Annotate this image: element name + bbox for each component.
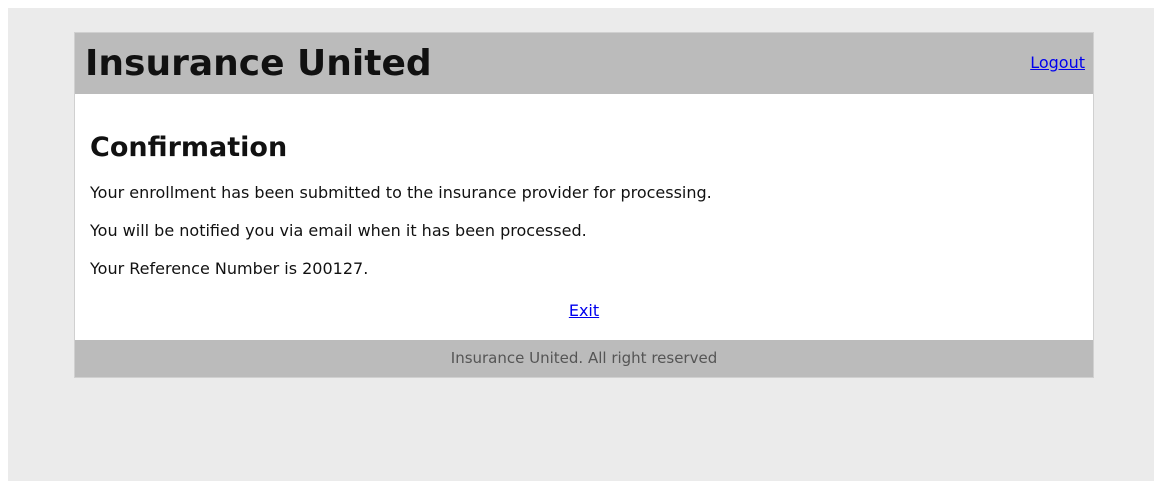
- logout-link[interactable]: Logout: [1030, 53, 1085, 73]
- footer-bar: Insurance United. All right reserved: [75, 340, 1093, 377]
- notification-message: You will be notified you via email when …: [90, 221, 587, 240]
- page-background: Insurance United Logout Confirmation You…: [8, 8, 1154, 481]
- submission-message: Your enrollment has been submitted to th…: [90, 183, 712, 202]
- exit-row: Exit: [90, 300, 1078, 322]
- page-title: Confirmation: [90, 132, 288, 163]
- exit-link[interactable]: Exit: [569, 301, 599, 320]
- app-container: Insurance United Logout Confirmation You…: [74, 32, 1094, 378]
- reference-number-message: Your Reference Number is 200127.: [90, 259, 369, 278]
- app-title: Insurance United: [85, 43, 432, 84]
- footer-copyright: Insurance United. All right reserved: [450, 349, 718, 367]
- header-bar: Insurance United Logout: [75, 33, 1093, 94]
- main-content: Confirmation Your enrollment has been su…: [75, 94, 1093, 340]
